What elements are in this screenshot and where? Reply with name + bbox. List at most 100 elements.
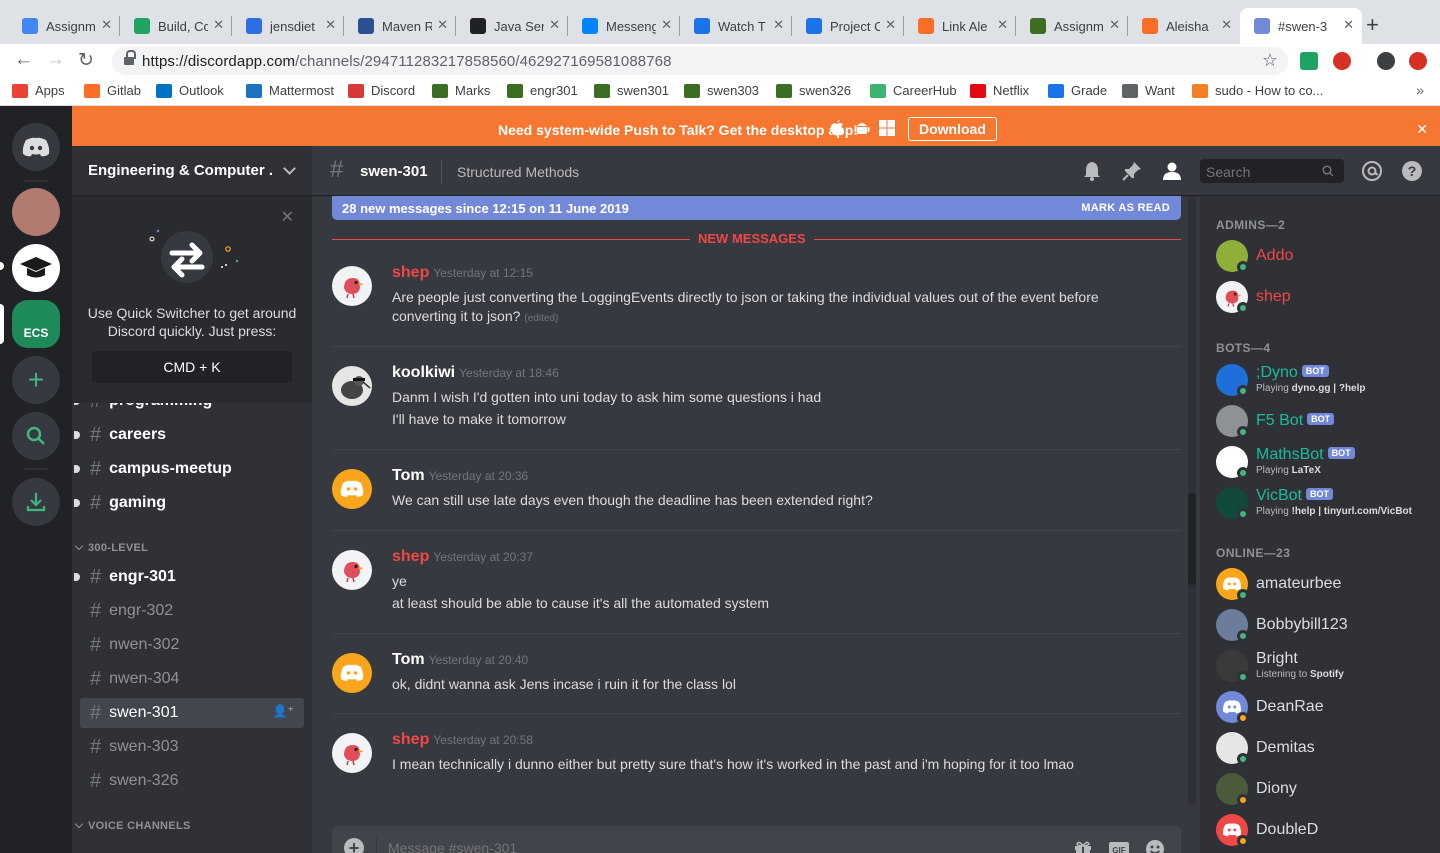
avatar[interactable] [332, 733, 372, 773]
bookmark-item[interactable]: Apps [12, 83, 65, 98]
bookmark-item[interactable]: Netflix [970, 83, 1029, 98]
member-item[interactable]: amateurbee [1216, 566, 1436, 602]
channel-item-nwen-302[interactable]: # nwen-302 [80, 630, 304, 660]
author-name[interactable]: Tom [392, 467, 425, 484]
update-icon[interactable] [1409, 52, 1427, 70]
channel-item-swen-303[interactable]: # swen-303 [80, 732, 304, 762]
channel-item-swen-301[interactable]: # swen-301 👤⁺ [80, 698, 304, 728]
browser-tab[interactable]: Aleisha ✕ [1128, 8, 1240, 44]
author-name[interactable]: shep [392, 731, 429, 748]
member-item[interactable]: Bobbybill123 [1216, 607, 1436, 643]
url-text[interactable]: https://discordapp.com/channels/29471128… [142, 53, 672, 70]
member-item[interactable]: shep [1216, 279, 1436, 315]
close-tab-icon[interactable]: ✕ [213, 17, 224, 33]
member-item[interactable]: Diony [1216, 771, 1436, 807]
browser-tab[interactable]: Build, Co ✕ [120, 8, 232, 44]
member-item[interactable]: Bright Listening to Spotify [1216, 648, 1436, 684]
avatar[interactable] [332, 469, 372, 509]
channel-item-nwen-304[interactable]: # nwen-304 [80, 664, 304, 694]
download-apps-button[interactable] [12, 478, 60, 526]
close-tab-icon[interactable]: ✕ [661, 17, 672, 33]
bookmark-item[interactable]: swen301 [594, 83, 669, 98]
browser-tab[interactable]: Maven R ✕ [344, 8, 456, 44]
member-item[interactable]: DeanRae [1216, 689, 1436, 725]
close-tab-icon[interactable]: ✕ [885, 17, 896, 33]
forward-button[interactable]: → [46, 49, 65, 71]
mark-as-read-button[interactable]: MARK AS READ [1081, 202, 1170, 214]
avatar[interactable] [332, 366, 372, 406]
message-group[interactable]: shep Yesterday at 12:15 Are people just co… [332, 264, 1181, 324]
pin-icon[interactable] [1120, 159, 1144, 183]
add-server-button[interactable]: + [12, 356, 60, 404]
bookmark-item[interactable]: swen326 [776, 83, 851, 98]
explore-servers-button[interactable] [12, 412, 60, 460]
browser-tab[interactable]: Watch T ✕ [680, 8, 792, 44]
home-button[interactable] [12, 123, 60, 171]
bookmark-item[interactable]: Discord [348, 83, 415, 98]
invite-icon[interactable]: 👤⁺ [273, 704, 294, 718]
message-group[interactable]: shep Yesterday at 20:58 I mean technically… [332, 731, 1181, 785]
close-tab-icon[interactable]: ✕ [1109, 17, 1120, 33]
author-name[interactable]: shep [392, 264, 429, 281]
message-group[interactable]: Tom Yesterday at 20:40 ok, didnt wanna ask… [332, 651, 1181, 705]
bookmark-item[interactable]: Want [1122, 83, 1175, 98]
chevron-down-icon[interactable] [283, 162, 296, 175]
browser-tab[interactable]: Link Ale ✕ [904, 8, 1016, 44]
member-item[interactable]: Demitas [1216, 730, 1436, 766]
upload-button[interactable]: + [344, 838, 364, 853]
member-item[interactable]: F5 Bot BOT [1216, 403, 1436, 439]
scrollbar-thumb[interactable] [1188, 493, 1196, 585]
help-icon[interactable]: ? [1400, 159, 1424, 183]
author-name[interactable]: Tom [392, 651, 425, 668]
member-item[interactable]: VicBot BOT Playing !help | tinyurl.com/Vic… [1216, 485, 1436, 521]
close-tab-icon[interactable]: ✕ [325, 17, 336, 33]
member-item[interactable]: ;Dyno BOT Playing dyno.gg | ?help [1216, 362, 1436, 398]
avatar[interactable] [332, 266, 372, 306]
message-group[interactable]: Tom Yesterday at 20:36 We can still use la… [332, 467, 1181, 521]
back-button[interactable]: ← [14, 49, 33, 71]
category-voice-channels[interactable]: VOICE CHANNELS [74, 819, 191, 832]
download-button[interactable]: Download [908, 117, 997, 141]
bookmark-item[interactable]: Outlook [156, 83, 224, 98]
browser-tab[interactable]: Assignment ✕ [8, 8, 120, 44]
bookmark-item[interactable]: Grade [1048, 83, 1107, 98]
message-group[interactable]: shep Yesterday at 20:37 ye at least should … [332, 548, 1181, 624]
member-list-icon[interactable] [1160, 159, 1184, 183]
close-icon[interactable]: ✕ [281, 207, 294, 227]
server-icon-ecs[interactable]: ECS [12, 300, 60, 348]
browser-tab[interactable]: #swen-3 ✕ [1240, 8, 1362, 44]
server-icon-profile[interactable] [12, 188, 60, 236]
browser-tab[interactable]: Assignm ✕ [1016, 8, 1128, 44]
channel-item-gaming[interactable]: # gaming [74, 488, 304, 518]
browser-tab[interactable]: Project C ✕ [792, 8, 904, 44]
bookmark-item[interactable]: swen303 [684, 83, 759, 98]
profile-avatar[interactable] [1377, 52, 1395, 70]
avatar[interactable] [332, 550, 372, 590]
channel-item-careers[interactable]: # careers [74, 420, 304, 450]
reload-button[interactable]: ↻ [78, 49, 94, 72]
close-tab-icon[interactable]: ✕ [773, 17, 784, 33]
new-tab-button[interactable]: + [1366, 12, 1379, 38]
author-name[interactable]: koolkiwi [392, 364, 455, 381]
extension-yab-icon[interactable] [1333, 52, 1351, 70]
browser-tab[interactable]: Messenger ✕ [568, 8, 680, 44]
message-group[interactable]: koolkiwi Yesterday at 18:46 Danm I wish I'… [332, 364, 1181, 440]
member-item[interactable]: DoubleD [1216, 812, 1436, 848]
bookmark-item[interactable]: Marks [432, 83, 490, 98]
gift-icon[interactable] [1072, 838, 1094, 853]
extension-check-icon[interactable] [1300, 52, 1318, 70]
channel-item-swen-326[interactable]: # swen-326 [80, 766, 304, 796]
close-icon[interactable]: ✕ [1416, 121, 1428, 138]
category-300-level[interactable]: 300-LEVEL [74, 541, 148, 554]
new-messages-bar[interactable]: 28 new messages since 12:15 on 11 June 2… [332, 196, 1181, 220]
gif-icon[interactable]: GIF [1108, 838, 1130, 853]
close-tab-icon[interactable]: ✕ [437, 17, 448, 33]
bookmark-item[interactable]: engr301 [507, 83, 578, 98]
close-tab-icon[interactable]: ✕ [1343, 17, 1354, 33]
bookmark-item[interactable]: sudo - How to co... [1192, 83, 1323, 98]
bookmark-item[interactable]: Gitlab [84, 83, 141, 98]
bookmark-star-icon[interactable]: ☆ [1262, 50, 1278, 71]
server-header[interactable]: Engineering & Computer ... [72, 146, 312, 196]
author-name[interactable]: shep [392, 548, 429, 565]
bell-icon[interactable] [1080, 159, 1104, 183]
